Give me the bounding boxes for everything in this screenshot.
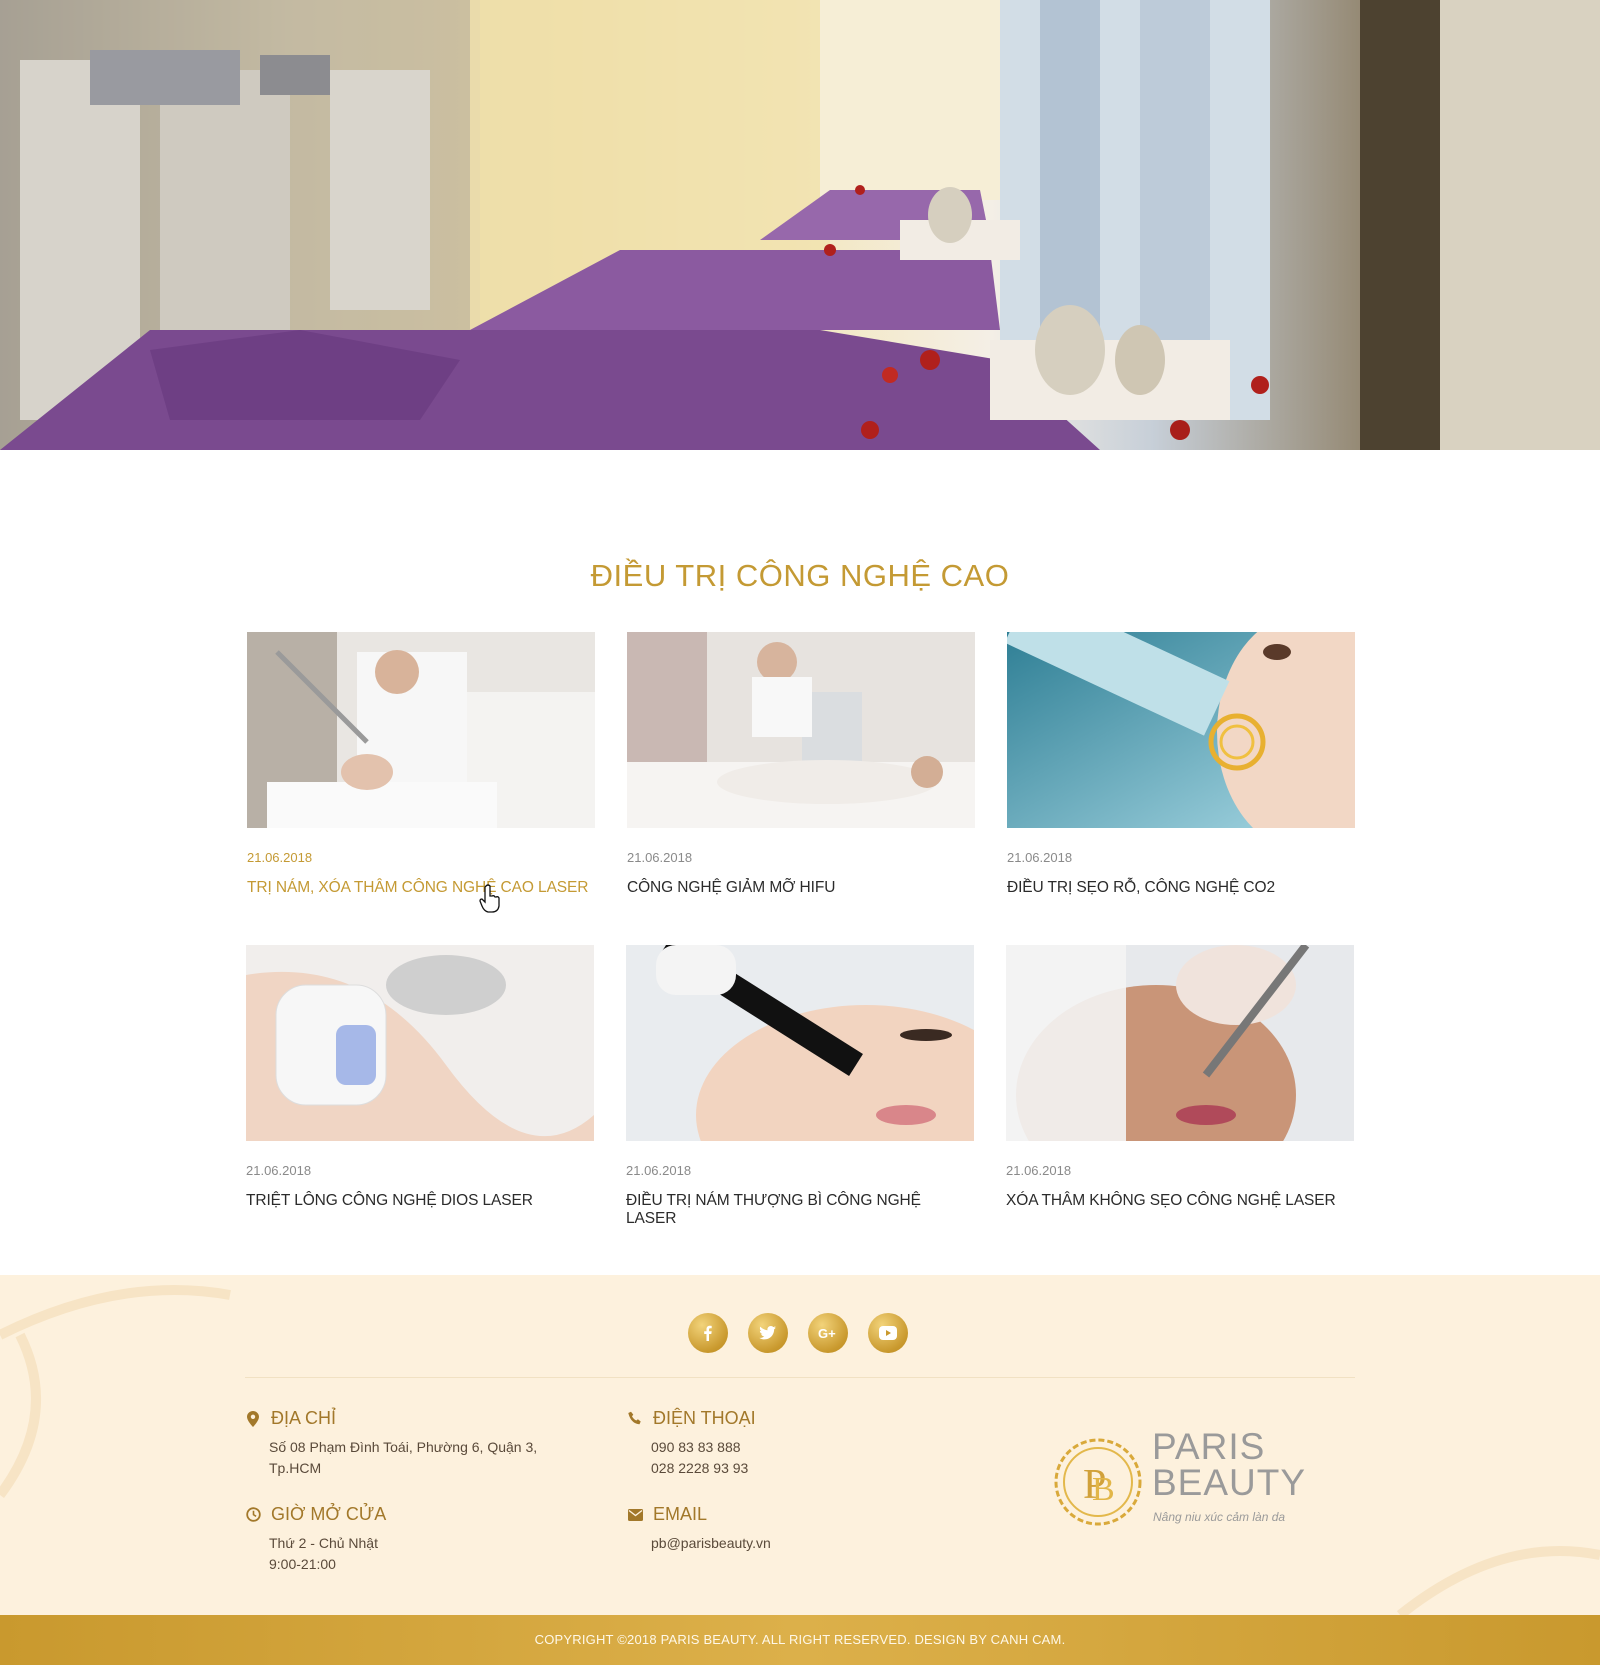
social-links: G+	[688, 1313, 908, 1353]
post-date: 21.06.2018	[626, 1163, 692, 1178]
phone-block: ĐIỆN THOẠI 090 83 83 888 028 2228 93 93	[627, 1408, 756, 1479]
email-label: EMAIL	[653, 1504, 708, 1524]
twitter-icon	[759, 1326, 776, 1340]
logo-brand-line2: BEAUTY	[1152, 1462, 1307, 1503]
hero-banner-image	[0, 0, 1600, 450]
phone-number[interactable]: 028 2228 93 93	[651, 1458, 756, 1479]
post-card[interactable]: 21.06.2018 TRIỆT LÔNG CÔNG NGHỆ DIOS LAS…	[246, 945, 594, 1210]
post-thumbnail[interactable]	[246, 945, 594, 1141]
logo-tagline: Nâng niu xúc cảm làn da	[1153, 1510, 1286, 1524]
post-date: 21.06.2018	[627, 850, 693, 865]
youtube-button[interactable]	[868, 1313, 908, 1353]
youtube-icon	[879, 1326, 897, 1340]
twitter-button[interactable]	[748, 1313, 788, 1353]
post-card[interactable]: 21.06.2018 ĐIỀU TRỊ NÁM THƯỢNG BÌ CÔNG N…	[626, 945, 974, 1228]
post-card[interactable]: 21.06.2018 CÔNG NGHỆ GIẢM MỠ HIFU	[627, 632, 975, 897]
envelope-icon	[627, 1507, 643, 1523]
post-date: 21.06.2018	[246, 1163, 312, 1178]
hours-block: GIỜ MỞ CỬA Thứ 2 - Chủ Nhật 9:00-21:00	[245, 1504, 386, 1575]
post-date: 21.06.2018	[1006, 1163, 1072, 1178]
svg-text:G+: G+	[818, 1326, 836, 1341]
post-card[interactable]: 21.06.2018 ĐIỀU TRỊ SẸO RỖ, CÔNG NGHỆ CO…	[1007, 632, 1355, 897]
pb-monogram-emblem: P B	[1054, 1438, 1142, 1526]
footer-divider	[245, 1377, 1355, 1378]
facebook-icon	[704, 1325, 712, 1341]
post-card[interactable]: 21.06.2018 XÓA THÂM KHÔNG SẸO CÔNG NGHỆ …	[1006, 945, 1354, 1210]
address-line: Tp.HCM	[269, 1460, 322, 1476]
location-pin-icon	[245, 1410, 261, 1427]
footer: G+ ĐỊA CHỈ Số 08 Phạm Đình Toái, Phường …	[0, 1275, 1600, 1615]
google-plus-button[interactable]: G+	[808, 1313, 848, 1353]
paris-beauty-logo[interactable]: P B PARIS BEAUTY Nâng niu xúc cảm làn da	[1050, 1426, 1320, 1536]
post-thumbnail[interactable]	[627, 632, 975, 828]
svg-text:B: B	[1092, 1471, 1115, 1508]
copyright-bar: COPYRIGHT ©2018 PARIS BEAUTY. ALL RIGHT …	[0, 1615, 1600, 1665]
clock-icon	[245, 1507, 261, 1523]
section-title: ĐIỀU TRỊ CÔNG NGHỆ CAO	[590, 558, 1010, 593]
post-thumbnail[interactable]	[247, 632, 595, 828]
post-title-link[interactable]: ĐIỀU TRỊ NÁM THƯỢNG BÌ CÔNG NGHỆ LASER	[626, 1192, 974, 1228]
post-thumbnail[interactable]	[1006, 945, 1354, 1141]
post-card[interactable]: 21.06.2018 TRỊ NÁM, XÓA THÂM CÔNG NGHỆ C…	[247, 632, 595, 897]
post-title-link[interactable]: TRỊ NÁM, XÓA THÂM CÔNG NGHỆ CAO LASER	[247, 879, 595, 897]
email-address-link[interactable]: pb@parisbeauty.vn	[651, 1533, 771, 1554]
phone-number[interactable]: 090 83 83 888	[651, 1437, 756, 1458]
spa-room-illustration	[0, 0, 1600, 450]
address-block: ĐỊA CHỈ Số 08 Phạm Đình Toái, Phường 6, …	[245, 1408, 537, 1479]
google-plus-icon: G+	[818, 1326, 836, 1341]
hours-label: GIỜ MỞ CỬA	[271, 1504, 387, 1524]
address-label: ĐỊA CHỈ	[271, 1408, 337, 1428]
post-title-link[interactable]: CÔNG NGHỆ GIẢM MỠ HIFU	[627, 879, 975, 897]
post-date: 21.06.2018	[247, 850, 313, 865]
phone-label: ĐIỆN THOẠI	[653, 1408, 756, 1428]
post-date: 21.06.2018	[1007, 850, 1073, 865]
hours-line: 9:00-21:00	[269, 1556, 336, 1572]
post-title-link[interactable]: TRIỆT LÔNG CÔNG NGHỆ DIOS LASER	[246, 1192, 594, 1210]
address-line: Số 08 Phạm Đình Toái, Phường 6, Quận 3,	[269, 1439, 538, 1455]
facebook-button[interactable]	[688, 1313, 728, 1353]
hand-pointer-cursor-icon	[479, 884, 500, 913]
email-block: EMAIL pb@parisbeauty.vn	[627, 1504, 771, 1554]
phone-icon	[627, 1411, 643, 1427]
post-thumbnail[interactable]	[626, 945, 974, 1141]
post-thumbnail[interactable]	[1007, 632, 1355, 828]
post-title-link[interactable]: XÓA THÂM KHÔNG SẸO CÔNG NGHỆ LASER	[1006, 1192, 1354, 1210]
post-title-link[interactable]: ĐIỀU TRỊ SẸO RỖ, CÔNG NGHỆ CO2	[1007, 879, 1355, 897]
hours-line: Thứ 2 - Chủ Nhật	[269, 1535, 378, 1551]
